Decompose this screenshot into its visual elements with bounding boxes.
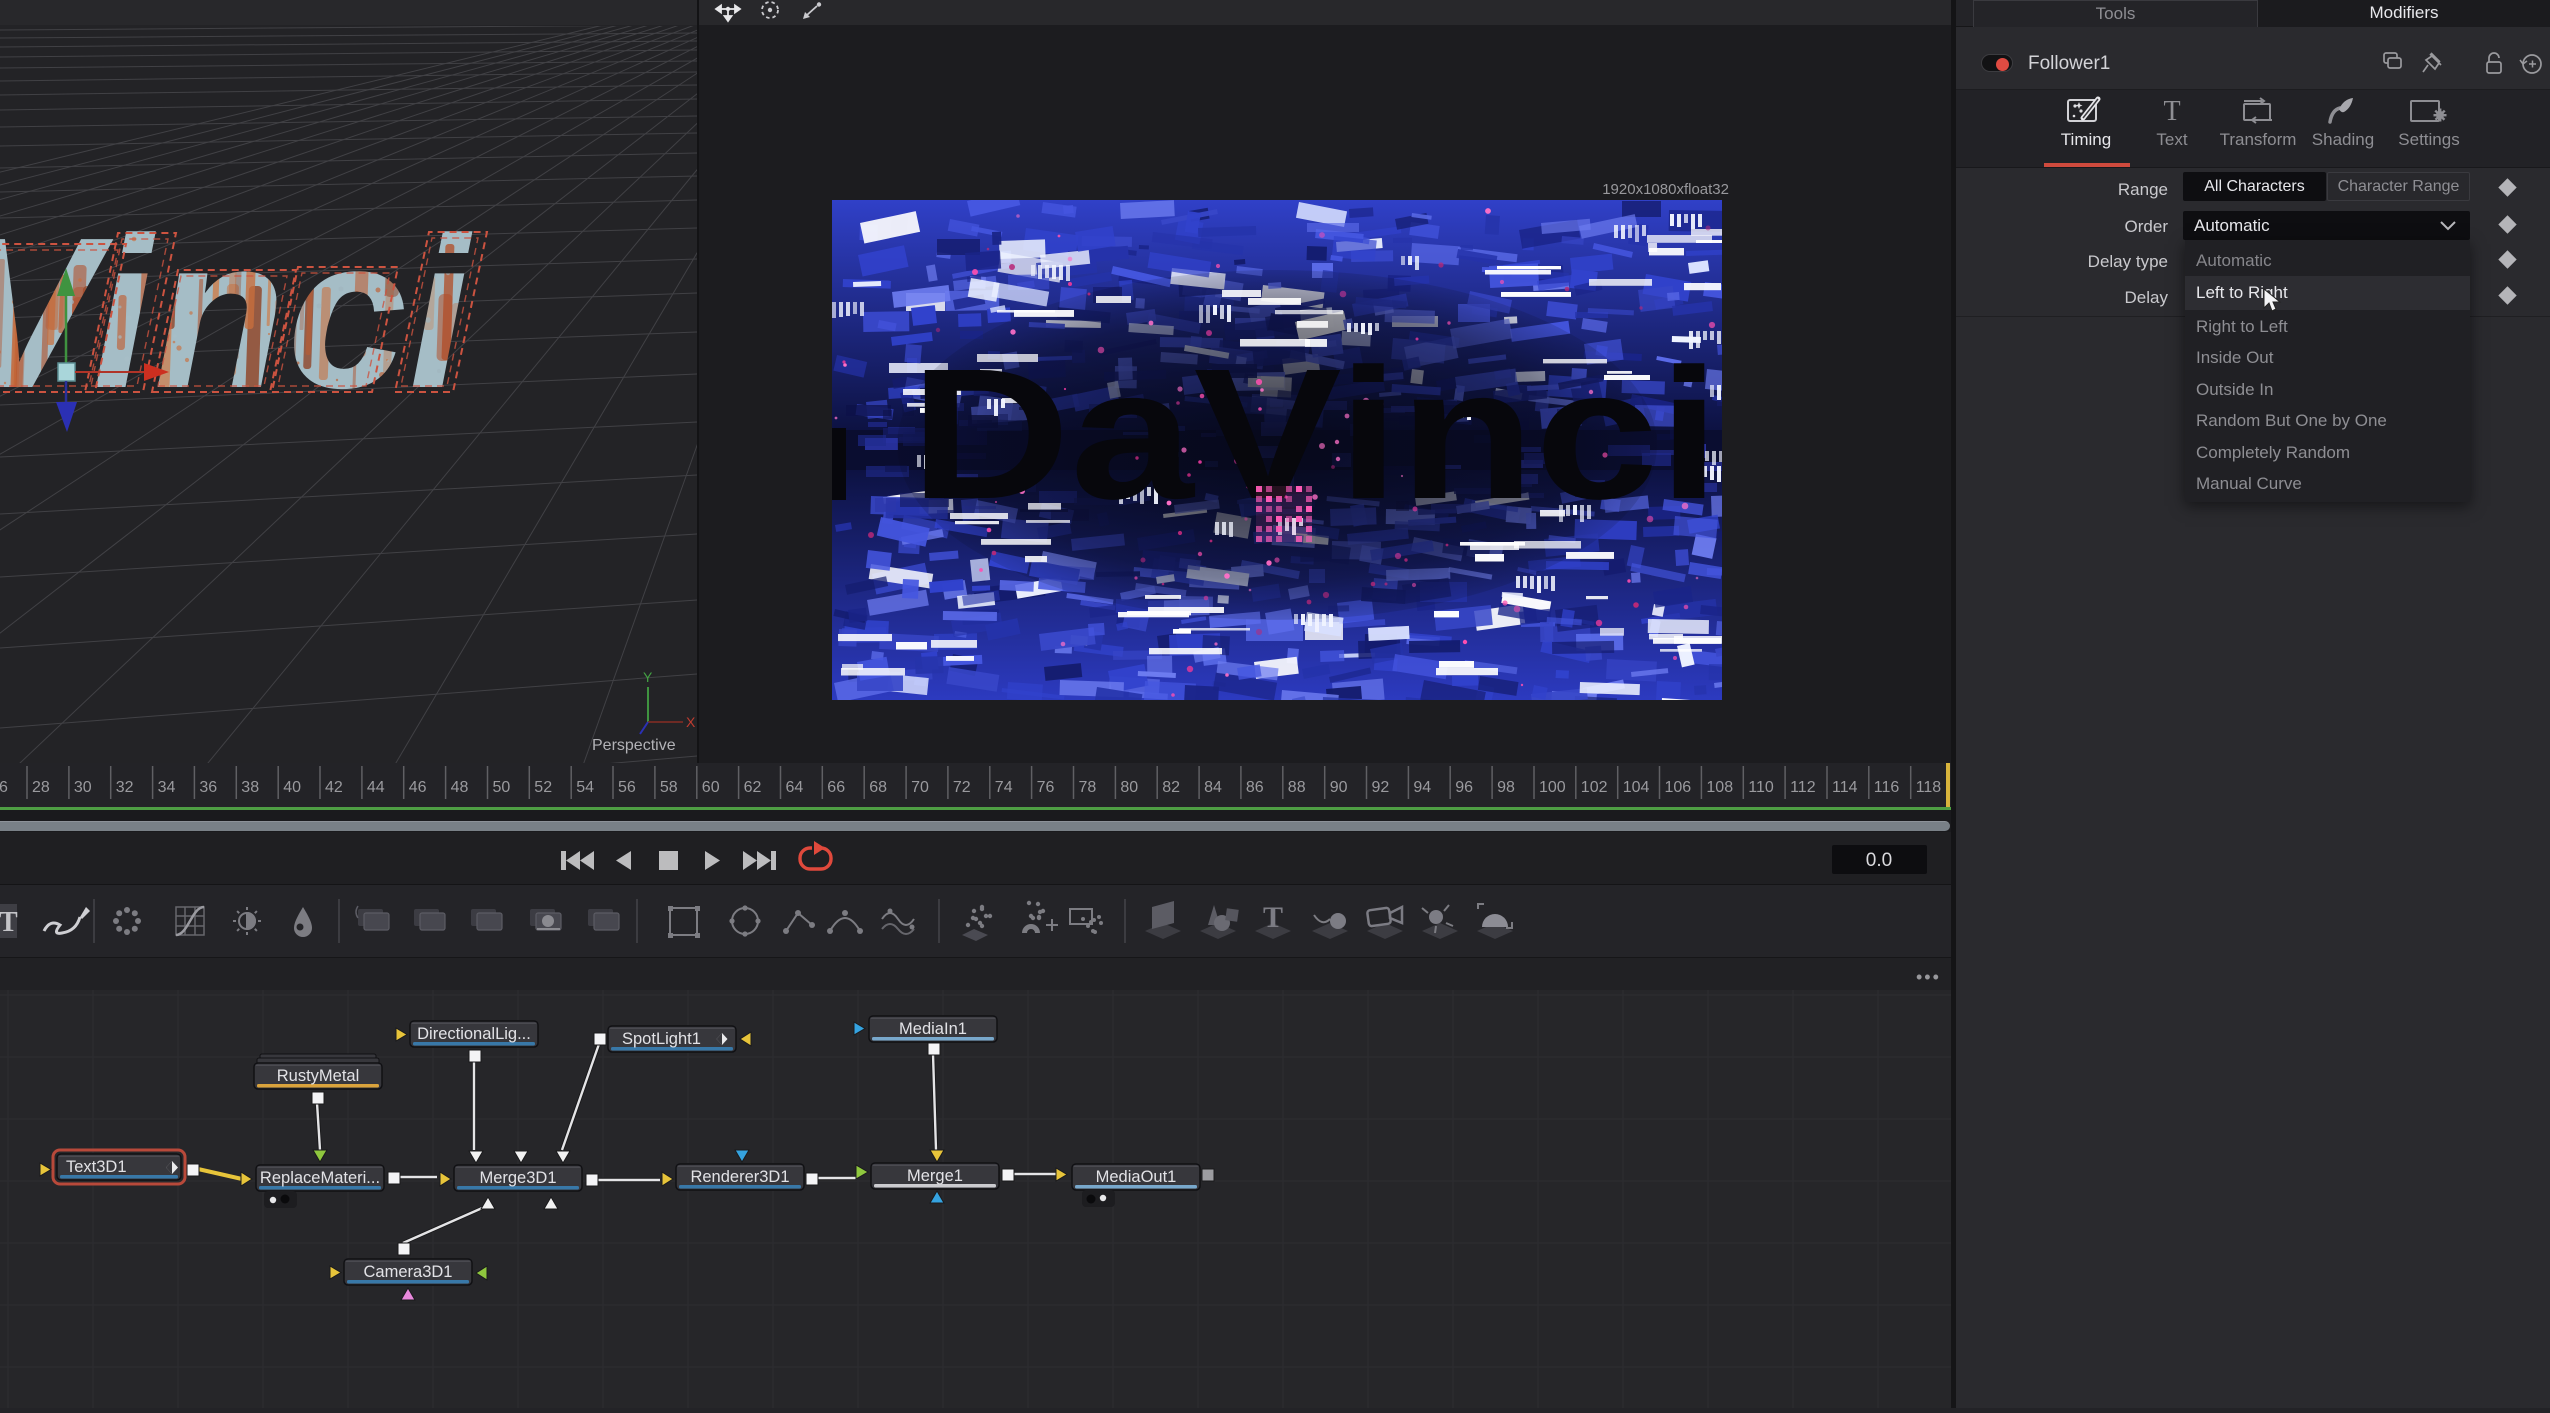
svg-text:108: 108 (1706, 779, 1733, 796)
svg-text:Perspective: Perspective (592, 737, 676, 754)
svg-text:74: 74 (995, 779, 1013, 796)
svg-text:88: 88 (1288, 779, 1306, 796)
svg-text:Text3D1: Text3D1 (66, 1158, 127, 1176)
svg-text:92: 92 (1372, 779, 1390, 796)
svg-text:48: 48 (451, 779, 469, 796)
svg-text:Camera3D1: Camera3D1 (364, 1263, 453, 1281)
svg-text:44: 44 (367, 779, 385, 796)
svg-text:DirectionalLig...: DirectionalLig... (417, 1025, 531, 1043)
svg-text:RustyMetal: RustyMetal (277, 1067, 360, 1085)
svg-text:T: T (2163, 96, 2180, 126)
svg-text:84: 84 (1204, 779, 1222, 796)
svg-text:96: 96 (1455, 779, 1473, 796)
svg-text:56: 56 (618, 779, 636, 796)
svg-text:DaVinci: DaVinci (910, 331, 1720, 538)
svg-text:78: 78 (1079, 779, 1097, 796)
svg-text:94: 94 (1413, 779, 1431, 796)
svg-text:34: 34 (158, 779, 176, 796)
svg-text:26: 26 (0, 779, 8, 796)
svg-text:86: 86 (1246, 779, 1264, 796)
svg-text:54: 54 (576, 779, 594, 796)
svg-text:X: X (686, 714, 696, 730)
svg-text:106: 106 (1665, 779, 1692, 796)
svg-text:40: 40 (283, 779, 301, 796)
svg-text:Merge1: Merge1 (907, 1167, 963, 1185)
svg-text:104: 104 (1623, 779, 1650, 796)
svg-text:32: 32 (116, 779, 134, 796)
svg-text:ReplaceMateri...: ReplaceMateri... (260, 1169, 380, 1187)
svg-text:90: 90 (1330, 779, 1348, 796)
svg-text:28: 28 (32, 779, 50, 796)
svg-text:116: 116 (1874, 779, 1900, 796)
svg-text:100: 100 (1539, 779, 1566, 796)
svg-text:Y: Y (643, 669, 653, 685)
svg-text:70: 70 (911, 779, 929, 796)
svg-text:60: 60 (702, 779, 720, 796)
svg-text:Merge3D1: Merge3D1 (479, 1169, 556, 1187)
svg-text:42: 42 (325, 779, 343, 796)
svg-text:112: 112 (1790, 779, 1816, 796)
svg-text:MediaIn1: MediaIn1 (899, 1020, 967, 1038)
svg-text:50: 50 (493, 779, 511, 796)
svg-text:MediaOut1: MediaOut1 (1096, 1168, 1177, 1186)
svg-text:30: 30 (74, 779, 92, 796)
svg-text:80: 80 (1120, 779, 1138, 796)
svg-text:82: 82 (1162, 779, 1180, 796)
svg-text:110: 110 (1748, 779, 1774, 796)
svg-text:62: 62 (744, 779, 762, 796)
svg-text:68: 68 (869, 779, 887, 796)
svg-text:T: T (1263, 901, 1283, 934)
svg-text:36: 36 (199, 779, 217, 796)
svg-text:58: 58 (660, 779, 678, 796)
svg-text:98: 98 (1497, 779, 1515, 796)
svg-text:72: 72 (953, 779, 971, 796)
svg-text:66: 66 (827, 779, 845, 796)
svg-text:0.0: 0.0 (1866, 850, 1892, 871)
svg-text:118: 118 (1916, 779, 1942, 796)
svg-text:76: 76 (1037, 779, 1055, 796)
svg-text:64: 64 (786, 779, 804, 796)
svg-text:Renderer3D1: Renderer3D1 (690, 1168, 789, 1186)
svg-text:46: 46 (409, 779, 427, 796)
svg-text:52: 52 (534, 779, 552, 796)
svg-text:102: 102 (1581, 779, 1608, 796)
svg-text:T: T (0, 907, 18, 938)
svg-text:114: 114 (1832, 779, 1858, 796)
svg-text:38: 38 (241, 779, 259, 796)
svg-text:SpotLight1: SpotLight1 (622, 1030, 701, 1048)
